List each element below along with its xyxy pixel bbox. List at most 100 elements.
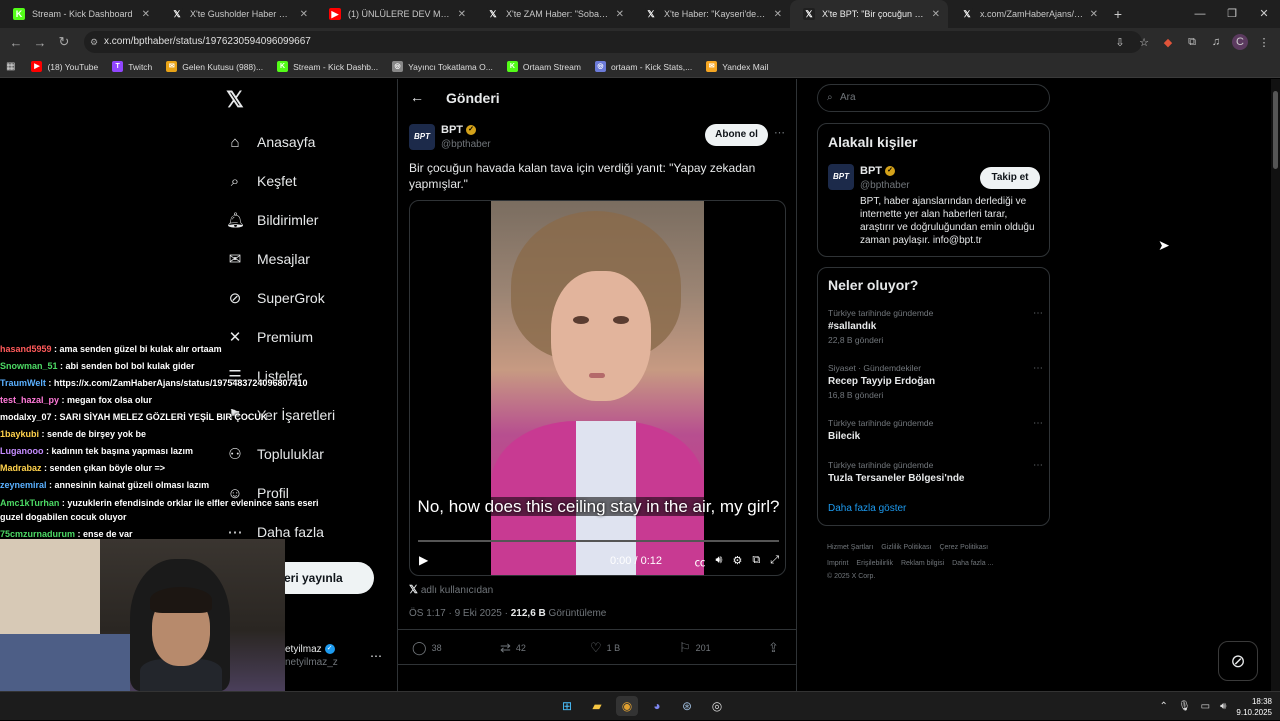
bookmark-item[interactable]: ✉ Yandex Mail xyxy=(706,61,768,72)
footer-link[interactable]: Çerez Politikası xyxy=(939,544,988,551)
chat-username[interactable]: Luganooo xyxy=(0,446,44,456)
close-window-icon[interactable]: ✕ xyxy=(1248,0,1280,28)
browser-tab[interactable]: 𝕏 X'te Gusholder Haber Bülteni: " ✕ xyxy=(158,0,316,28)
volume-icon[interactable]: 🔊︎ xyxy=(716,554,723,570)
grok-icon[interactable]: ⊘ xyxy=(1218,641,1258,681)
repost-button[interactable]: ⇄ 42 xyxy=(500,640,526,656)
related-avatar[interactable]: BPT xyxy=(828,164,854,190)
bookmark-item[interactable]: ▶ (18) YouTube xyxy=(31,61,98,72)
footer-link[interactable]: Hizmet Şartları xyxy=(827,544,873,551)
bookmark-item[interactable]: ◎ Yayıncı Tokatlama O... xyxy=(392,61,493,72)
chat-username[interactable]: 75cmzurnadurum xyxy=(0,529,75,539)
menu-icon[interactable]: ⋮ xyxy=(1256,36,1272,49)
post-more-icon[interactable]: ⋯ xyxy=(774,126,785,139)
sidebar-item-supergrok[interactable]: ⊘ SuperGrok xyxy=(226,285,325,311)
tab-close-icon[interactable]: ✕ xyxy=(300,9,308,20)
extensions-icon[interactable]: ⧉ xyxy=(1184,36,1200,49)
sidebar-item-keşfet[interactable]: ⌕ Keşfet xyxy=(226,168,297,194)
trend-more-icon[interactable]: ⋯ xyxy=(1033,460,1043,471)
author-handle[interactable]: @bpthaber xyxy=(441,139,491,150)
scrollbar[interactable] xyxy=(1271,79,1280,691)
tray-chevron-icon[interactable]: ⌃ xyxy=(1160,701,1168,712)
reload-icon[interactable]: ↻ xyxy=(52,34,76,50)
trend-item[interactable]: Türkiye tarihinde gündemde Bilecik ⋯ xyxy=(828,418,1043,442)
x-logo-icon[interactable]: 𝕏 xyxy=(226,87,244,113)
bookmark-item[interactable]: T Twitch xyxy=(112,61,152,72)
footer-link[interactable]: Gizlilik Politikası xyxy=(881,544,931,551)
show-more-link[interactable]: Daha fazla göster xyxy=(828,503,906,514)
tab-close-icon[interactable]: ✕ xyxy=(1090,9,1098,20)
search-input[interactable]: ⌕ Ara xyxy=(817,84,1050,112)
steam-icon[interactable]: ⊛ xyxy=(676,696,698,716)
sidebar-item-anasayfa[interactable]: ⌂ Anasayfa xyxy=(226,129,315,155)
trend-more-icon[interactable]: ⋯ xyxy=(1033,363,1043,374)
browser-tab[interactable]: 𝕏 X'te Haber: "Kayseri'de bir sürü ✕ xyxy=(632,0,790,28)
bookmark-item[interactable]: K Ortaam Stream xyxy=(506,61,581,72)
footer-link[interactable]: Imprint xyxy=(827,560,848,567)
trend-item[interactable]: Türkiye tarihinde gündemde #sallandık 22… xyxy=(828,308,1043,345)
play-icon[interactable]: ▶ xyxy=(419,553,428,567)
discord-icon[interactable]: ◕ xyxy=(646,696,668,716)
bookmark-item[interactable]: ◎ ortaam - Kick Stats,... xyxy=(594,61,692,72)
popout-icon[interactable]: ⧉ xyxy=(752,554,760,570)
chat-username[interactable]: TraumWelt xyxy=(0,378,46,388)
account-switcher[interactable]: etyilmaz ✓ netyilmaz_z xyxy=(285,644,338,668)
video-player[interactable]: No, how does this ceiling stay in the ai… xyxy=(409,200,786,576)
back-icon[interactable]: ← xyxy=(4,35,28,50)
browser-tab[interactable]: 𝕏 X'te BPT: "Bir çocuğun havada ✕ xyxy=(790,0,948,28)
footer-link[interactable]: Reklam bilgisi xyxy=(901,560,944,567)
apps-icon[interactable]: ▦ xyxy=(6,61,15,72)
media-icon[interactable]: ♫ xyxy=(1208,36,1224,48)
like-button[interactable]: ♡ 1 B xyxy=(590,640,620,656)
fullscreen-icon[interactable]: ⤢ xyxy=(770,554,779,570)
speaker-icon[interactable]: 🔊︎ xyxy=(1220,701,1226,712)
x-small-icon[interactable]: 𝕏 xyxy=(409,584,418,596)
chat-username[interactable]: zeynemiral xyxy=(0,480,47,490)
tab-close-icon[interactable]: ✕ xyxy=(932,9,940,20)
account-more-icon[interactable]: ⋯ xyxy=(370,649,382,663)
browser-tab[interactable]: K Stream - Kick Dashboard ✕ xyxy=(0,0,158,28)
restore-icon[interactable]: ❐ xyxy=(1216,0,1248,28)
browser-tab[interactable]: ▶ (1) ÜNLÜLERE DEV MADDE BA ✕ xyxy=(316,0,474,28)
bookmark-item[interactable]: K Stream - Kick Dashb... xyxy=(277,61,378,72)
chat-username[interactable]: test_hazal_py xyxy=(0,395,59,405)
related-name[interactable]: BPT ✓ xyxy=(860,165,895,177)
footer-link[interactable]: Daha fazla ... xyxy=(952,560,993,567)
trend-more-icon[interactable]: ⋯ xyxy=(1033,418,1043,429)
chat-username[interactable]: modalxy_07 xyxy=(0,412,52,422)
site-info-icon[interactable]: ⚙ xyxy=(90,31,98,53)
clock[interactable]: 18:38 9.10.2025 xyxy=(1236,696,1272,718)
forward-icon[interactable]: → xyxy=(28,35,52,50)
start-icon[interactable]: ⊞ xyxy=(556,696,578,716)
video-progress-bar[interactable] xyxy=(418,540,779,542)
install-icon[interactable]: ⇩ xyxy=(1112,36,1128,49)
scrollbar-thumb[interactable] xyxy=(1273,91,1278,169)
chat-username[interactable]: Snowman_51 xyxy=(0,361,58,371)
share-button[interactable]: ⇪ xyxy=(768,640,784,656)
bookmark-item[interactable]: ✉ Gelen Kutusu (988)... xyxy=(166,61,263,72)
chat-username[interactable]: Amc1kTurhan xyxy=(0,498,59,508)
tab-close-icon[interactable]: ✕ xyxy=(142,9,150,20)
captions-icon[interactable]: ㏄ xyxy=(695,554,706,570)
trend-item[interactable]: Siyaset · Gündemdekiler Recep Tayyip Erd… xyxy=(828,363,1043,400)
related-handle[interactable]: @bpthaber xyxy=(860,180,910,191)
back-arrow-icon[interactable]: ← xyxy=(410,89,424,105)
extension-red-icon[interactable]: ◆ xyxy=(1160,36,1176,49)
tab-close-icon[interactable]: ✕ xyxy=(774,9,782,20)
sidebar-item-mesajlar[interactable]: ✉ Mesajlar xyxy=(226,246,310,272)
browser-tab[interactable]: 𝕏 x.com/ZamHaberAjans/status/1 ✕ xyxy=(948,0,1106,28)
trend-more-icon[interactable]: ⋯ xyxy=(1033,308,1043,319)
sidebar-item-bildirimler[interactable]: 🔔︎ Bildirimler xyxy=(226,207,318,233)
reply-button[interactable]: ◯ 38 xyxy=(412,640,442,656)
file-explorer-icon[interactable]: ▰ xyxy=(586,696,608,716)
bookmark-button[interactable]: ⚐ 201 xyxy=(679,640,711,656)
tab-close-icon[interactable]: ✕ xyxy=(616,9,624,20)
author-avatar[interactable]: BPT xyxy=(409,124,435,150)
minimize-icon[interactable]: — xyxy=(1184,0,1216,28)
chat-username[interactable]: 1baykubi xyxy=(0,429,39,439)
profile-avatar[interactable]: C xyxy=(1232,34,1248,50)
follow-button[interactable]: Takip et xyxy=(980,167,1040,189)
mic-icon[interactable]: 🎙︎ xyxy=(1178,701,1191,712)
footer-link[interactable]: Erişilebilirlik xyxy=(856,560,893,567)
network-icon[interactable]: ▭ xyxy=(1201,701,1210,712)
